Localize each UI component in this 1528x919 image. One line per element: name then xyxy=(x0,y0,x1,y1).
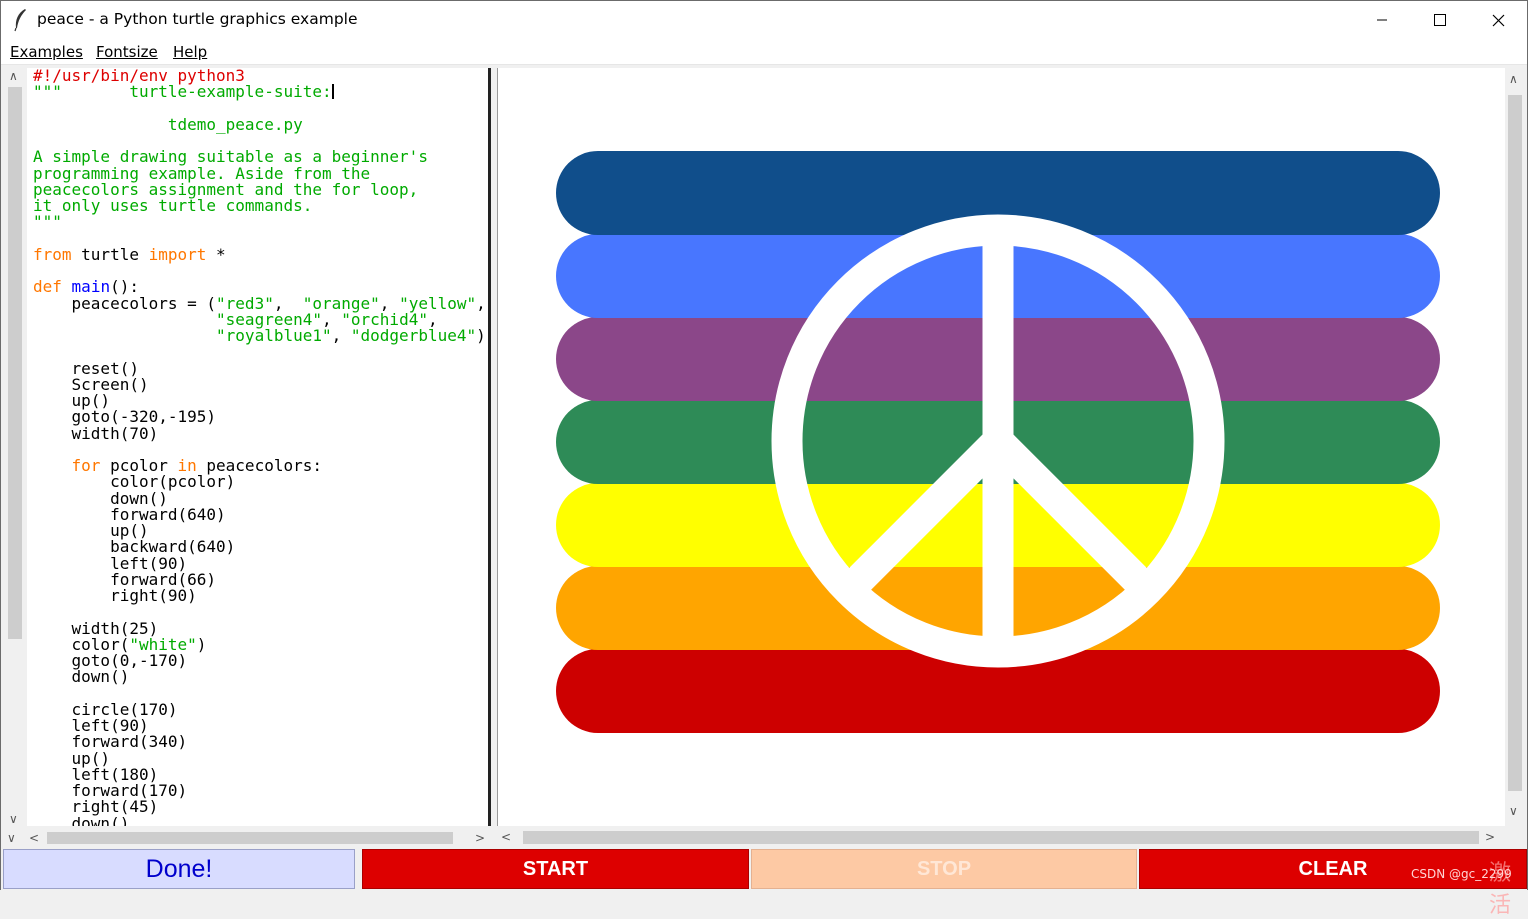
canvas-horizontal-scrollbar[interactable]: < > xyxy=(495,827,1505,847)
code-token: ) xyxy=(196,634,207,654)
editor-vertical-scroll-thumb[interactable] xyxy=(8,87,22,639)
code-text-area[interactable]: #!/usr/bin/env python3 """ turtle-example… xyxy=(27,68,491,826)
turtle-canvas xyxy=(497,68,1505,826)
code-line: """ turtle-example-suite: xyxy=(33,84,486,100)
code-line: it only uses turtle commands. xyxy=(33,196,486,215)
control-button-bar: Done! START STOP CLEAR 激活 CSDN @gc_2299 xyxy=(1,847,1527,918)
code-token: ) xyxy=(476,326,486,345)
code-token: "royalblue1" xyxy=(216,326,332,345)
code-line: tdemo_peace.py xyxy=(33,114,486,134)
done-button[interactable]: Done! xyxy=(3,849,355,889)
code-token: down() xyxy=(33,813,130,826)
code-line: "royalblue1", "dodgerblue4") xyxy=(33,326,486,345)
scroll-left-icon[interactable]: < xyxy=(501,831,511,843)
code-token: tdemo_peace.py xyxy=(33,114,303,134)
editor-horizontal-scrollbar[interactable]: ∨ < > xyxy=(3,829,491,847)
code-token: import xyxy=(148,244,207,264)
code-token: right(90) xyxy=(33,586,197,605)
scroll-right-icon[interactable]: > xyxy=(1485,831,1495,843)
code-token: turtle xyxy=(71,244,149,264)
scroll-up-icon[interactable]: ∧ xyxy=(1509,73,1518,85)
code-content: #!/usr/bin/env python3 """ turtle-example… xyxy=(33,68,486,826)
stop-button[interactable]: STOP xyxy=(751,849,1137,889)
feather-icon xyxy=(14,9,26,32)
start-button[interactable]: START xyxy=(362,849,749,889)
turtle-canvas-pane: ∧ ∨ < > xyxy=(495,67,1527,847)
watermark: CSDN @gc_2299 xyxy=(1411,867,1512,881)
code-token: from xyxy=(33,244,72,264)
maximize-icon xyxy=(1434,14,1446,26)
watermark-overlay: 激活 xyxy=(1489,861,1512,918)
code-token: width(70) xyxy=(33,423,159,443)
code-line: from turtle import * xyxy=(33,244,486,264)
menu-help[interactable]: Help xyxy=(173,43,207,61)
menu-help-label: Help xyxy=(173,43,208,61)
menu-examples-label: Examples xyxy=(10,43,83,61)
code-token: it only uses turtle commands. xyxy=(33,196,313,215)
minimize-icon xyxy=(1377,19,1387,21)
code-line: down() xyxy=(33,813,486,826)
code-token: """ turtle-example-suite: xyxy=(33,82,332,102)
code-line: right(90) xyxy=(33,586,486,605)
peace-drawing xyxy=(556,151,1440,733)
scroll-up-icon[interactable]: ∧ xyxy=(9,70,18,82)
editor-vertical-scrollbar[interactable]: ∧ ∨ xyxy=(5,67,25,829)
scroll-down-icon[interactable]: ∨ xyxy=(1509,805,1518,817)
scroll-down-icon[interactable]: ∨ xyxy=(7,832,16,844)
close-icon xyxy=(1492,14,1504,26)
scroll-left-icon[interactable]: < xyxy=(29,832,39,844)
code-token: , xyxy=(476,293,486,313)
code-line: width(70) xyxy=(33,423,486,443)
code-token: , xyxy=(331,326,351,345)
menu-examples[interactable]: Examples xyxy=(10,43,83,61)
close-button[interactable] xyxy=(1469,1,1527,39)
menu-fontsize[interactable]: Fontsize xyxy=(96,43,158,61)
code-token: "dodgerblue4" xyxy=(350,326,477,345)
canvas-vertical-scroll-thumb[interactable] xyxy=(1508,95,1522,791)
canvas-horizontal-scroll-thumb[interactable] xyxy=(523,831,1479,844)
code-token: down() xyxy=(33,667,130,687)
code-editor-pane: ∧ ∨ #!/usr/bin/env python3 """ turtle-exa… xyxy=(3,67,495,847)
code-line: down() xyxy=(33,669,486,685)
text-caret xyxy=(331,84,334,100)
canvas-vertical-scrollbar[interactable]: ∧ ∨ xyxy=(1505,67,1525,829)
maximize-button[interactable] xyxy=(1411,1,1469,39)
code-token: * xyxy=(206,244,226,264)
minimize-button[interactable] xyxy=(1353,1,1411,39)
editor-horizontal-scroll-thumb[interactable] xyxy=(47,832,453,844)
code-token: """ xyxy=(33,212,62,232)
app-window: peace - a Python turtle graphics example… xyxy=(0,0,1528,918)
scroll-down-icon[interactable]: ∨ xyxy=(9,813,18,825)
title-bar: peace - a Python turtle graphics example xyxy=(1,1,1527,39)
menu-bar: Examples Fontsize Help xyxy=(1,39,1527,65)
menu-fontsize-label: Fontsize xyxy=(96,43,158,61)
code-line: """ xyxy=(33,214,486,230)
window-title: peace - a Python turtle graphics example xyxy=(37,10,358,28)
scroll-right-icon[interactable]: > xyxy=(475,832,485,844)
